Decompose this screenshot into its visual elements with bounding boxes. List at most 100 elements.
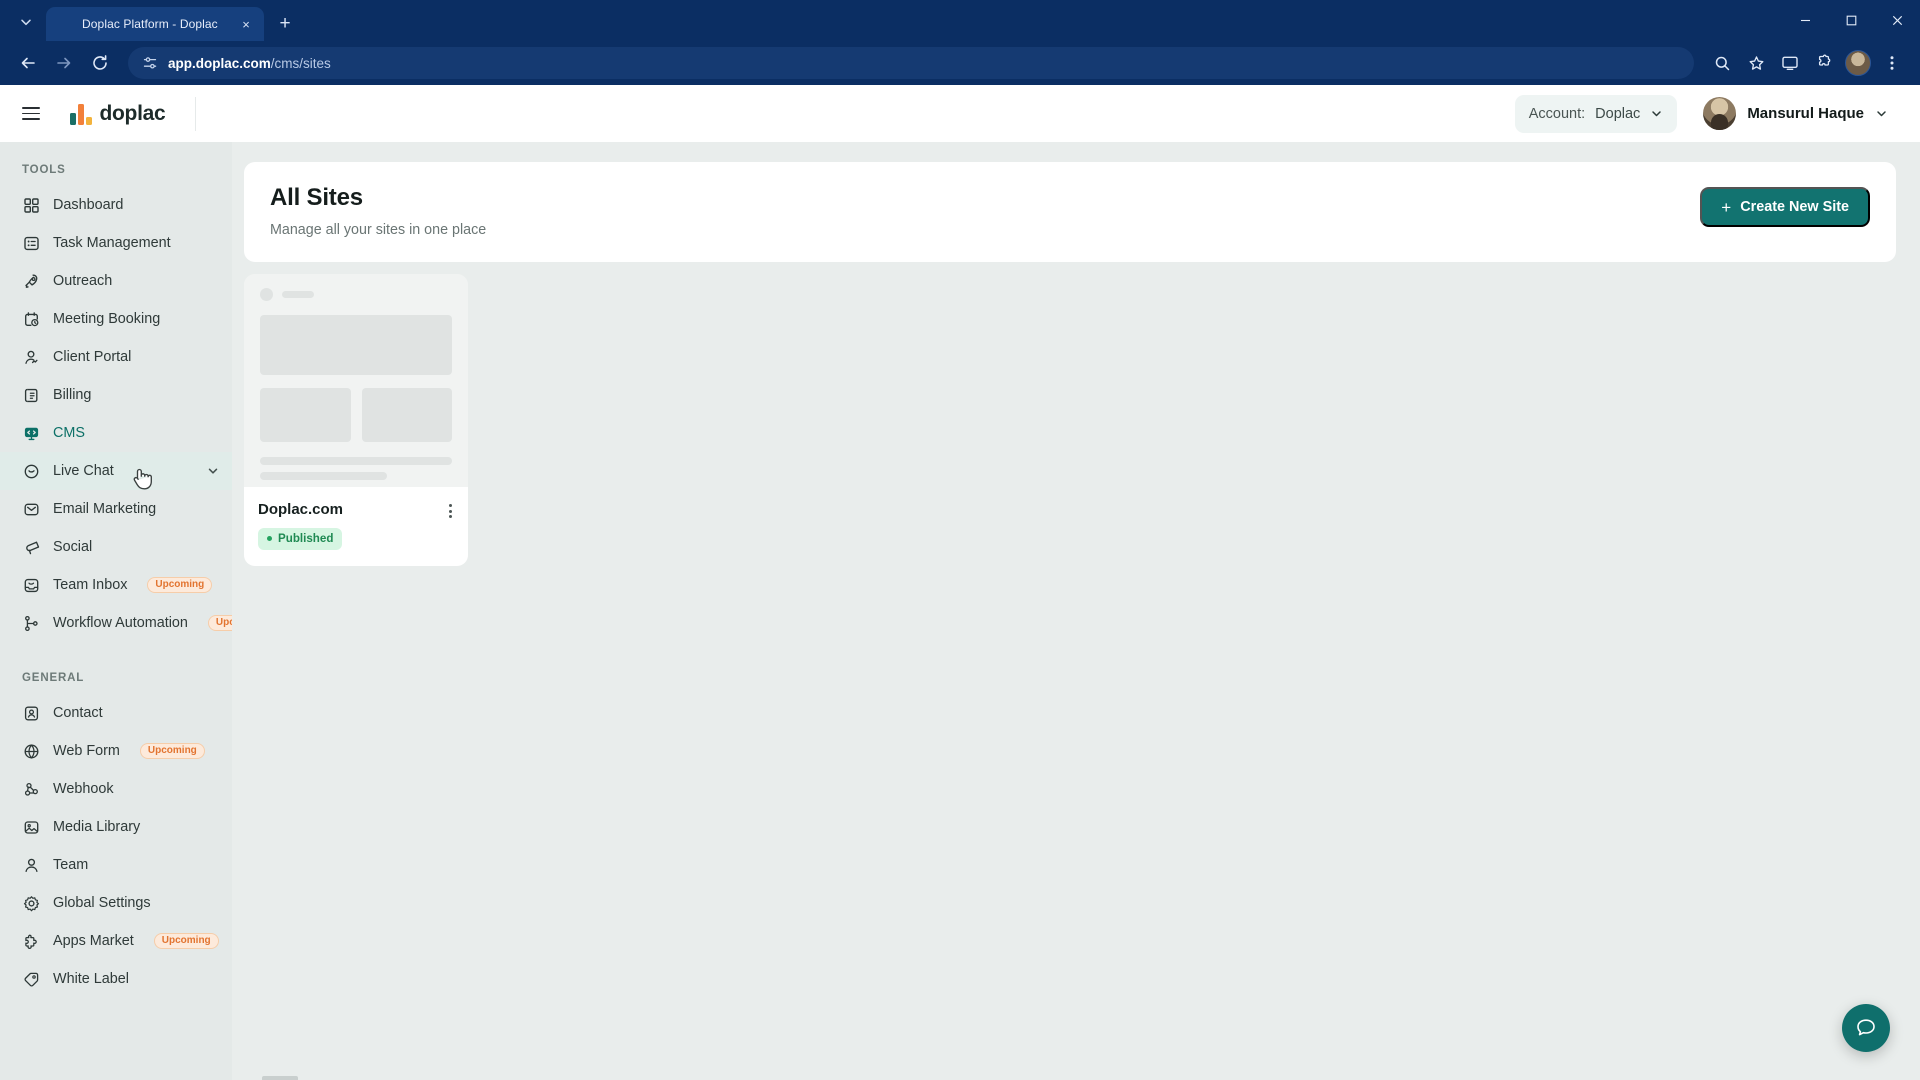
inbox-smile-icon (22, 576, 41, 595)
close-icon[interactable]: × (237, 15, 255, 33)
star-icon (1749, 55, 1763, 70)
browser-tab[interactable]: Doplac Platform - Doplac × (46, 7, 264, 41)
page-title: All Sites (270, 184, 363, 211)
account-selector[interactable]: Account: Doplac (1514, 94, 1678, 133)
site-card[interactable]: Doplac.com Published (244, 274, 468, 566)
brand-logo[interactable]: doplac (70, 101, 166, 126)
sidebar-item-webhook[interactable]: Webhook (0, 770, 232, 808)
sidebar-item-meeting-booking[interactable]: Meeting Booking (0, 300, 232, 338)
user-menu[interactable]: Mansurul Haque (1699, 93, 1894, 134)
calendar-clock-icon (22, 310, 41, 329)
sidebar-item-label: CMS (53, 425, 85, 441)
skeleton-line (260, 472, 387, 480)
globe-icon (22, 742, 41, 761)
badge-upcoming: Upcoming (147, 576, 213, 594)
sidebar-item-label: Apps Market (53, 933, 134, 949)
sidebar-item-outreach[interactable]: Outreach (0, 262, 232, 300)
workflow-nodes-icon (22, 614, 41, 633)
create-new-site-label: Create New Site (1740, 199, 1849, 215)
sidebar-item-live-chat[interactable]: Live Chat (0, 452, 232, 490)
browser-tab-title: Doplac Platform - Doplac (82, 17, 218, 31)
chat-widget-button[interactable] (1842, 1004, 1890, 1052)
badge-upcoming: Upcoming (207, 614, 232, 632)
invoice-icon (22, 386, 41, 405)
minimize-icon (1800, 19, 1810, 22)
sidebar-item-client-portal[interactable]: Client Portal (0, 338, 232, 376)
sidebar-item-label: Workflow Automation (53, 615, 188, 631)
status-badge: Published (258, 528, 343, 550)
sidebar-item-label: Web Form (53, 743, 120, 759)
sidebar-item-contact[interactable]: Contact (0, 694, 232, 732)
header-divider (195, 96, 197, 131)
address-bar[interactable]: app.doplac.com/cms/sites (128, 47, 1694, 79)
sidebar-item-media-library[interactable]: Media Library (0, 808, 232, 846)
sidebar-item-label: Team (53, 857, 89, 873)
zoom-button[interactable] (1706, 47, 1738, 79)
sidebar-item-team-inbox[interactable]: Team Inbox Upcoming (0, 566, 232, 604)
user-name: Mansurul Haque (1747, 105, 1864, 122)
sidebar-item-team[interactable]: Team (0, 846, 232, 884)
forward-button[interactable] (48, 47, 80, 79)
sidebar-item-dashboard[interactable]: Dashboard (0, 186, 232, 224)
extensions-button[interactable] (1808, 47, 1840, 79)
profile-button[interactable] (1842, 47, 1874, 79)
create-new-site-button[interactable]: + Create New Site (1700, 187, 1870, 227)
chat-bubble-icon (1857, 1019, 1875, 1036)
doplac-bars-icon (57, 16, 73, 32)
app-body: TOOLS Dashboard Task Management Outreach… (0, 142, 1920, 1080)
tag-icon (22, 970, 41, 989)
sidebar-item-cms[interactable]: CMS (0, 414, 232, 452)
site-card-menu-button[interactable] (446, 501, 455, 521)
sidebar-item-web-form[interactable]: Web Form Upcoming (0, 732, 232, 770)
hamburger-icon[interactable] (16, 99, 46, 129)
maximize-button[interactable] (1828, 0, 1874, 41)
cast-button[interactable] (1774, 47, 1806, 79)
skeleton-header-row (260, 288, 452, 301)
sidebar-item-label: Live Chat (53, 463, 114, 479)
main-content: All Sites Manage all your sites in one p… (232, 142, 1920, 1080)
reload-icon (93, 55, 107, 70)
brand-name: doplac (99, 101, 166, 125)
close-window-button[interactable] (1874, 0, 1920, 41)
profile-avatar (1845, 50, 1871, 76)
close-icon (1892, 15, 1902, 26)
sidebar: TOOLS Dashboard Task Management Outreach… (0, 142, 232, 1080)
sidebar-item-workflow-automation[interactable]: Workflow Automation Upcoming (0, 604, 232, 642)
sites-grid: Doplac.com Published (244, 274, 1896, 566)
cms-monitor-icon (22, 424, 41, 443)
maximize-icon (1846, 15, 1856, 26)
skeleton-hero (260, 315, 452, 375)
status-dot-icon (267, 536, 272, 541)
minimize-button[interactable] (1782, 0, 1828, 41)
sidebar-item-label: Client Portal (53, 349, 132, 365)
browser-menu-button[interactable] (1876, 47, 1908, 79)
url-text: app.doplac.com/cms/sites (168, 56, 331, 71)
sidebar-item-label: Dashboard (53, 197, 124, 213)
badge-upcoming: Upcoming (139, 742, 205, 760)
sidebar-item-apps-market[interactable]: Apps Market Upcoming (0, 922, 232, 960)
account-prefix: Account: (1528, 105, 1586, 122)
sidebar-item-email-marketing[interactable]: Email Marketing (0, 490, 232, 528)
bookmark-button[interactable] (1740, 47, 1772, 79)
new-tab-button[interactable]: + (270, 8, 300, 38)
sidebar-item-global-settings[interactable]: Global Settings (0, 884, 232, 922)
skeleton-two-col (260, 388, 452, 442)
site-preview-placeholder (244, 274, 468, 487)
url-path: /cms/sites (270, 55, 331, 71)
url-domain: app.doplac.com (168, 55, 271, 71)
taskbar-indicator (262, 1076, 298, 1080)
browser-actions (1706, 47, 1908, 79)
sidebar-item-task-management[interactable]: Task Management (0, 224, 232, 262)
sidebar-item-social[interactable]: Social (0, 528, 232, 566)
reload-button[interactable] (84, 47, 116, 79)
chevron-down-icon[interactable] (206, 464, 220, 478)
account-name: Doplac (1595, 105, 1641, 122)
sidebar-section-general-label: GENERAL (22, 672, 85, 684)
contact-card-icon (22, 704, 41, 723)
back-button[interactable] (12, 47, 44, 79)
chevron-down-icon (1877, 111, 1886, 117)
tab-search-button[interactable] (6, 7, 46, 37)
sidebar-item-billing[interactable]: Billing (0, 376, 232, 414)
sidebar-item-white-label[interactable]: White Label (0, 960, 232, 998)
app-header: doplac Account: Doplac Mansurul Haque (0, 85, 1920, 142)
